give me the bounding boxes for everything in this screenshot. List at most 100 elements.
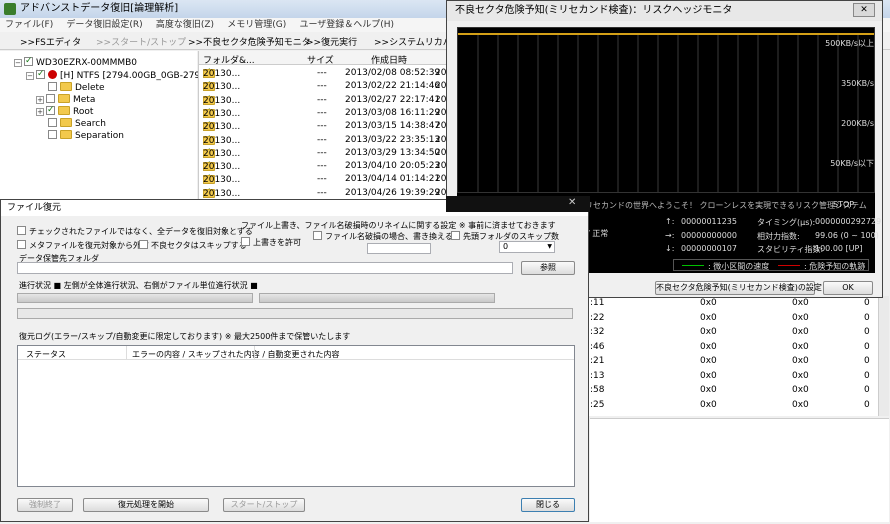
tree-disk[interactable]: −WD30EZRX-00MMMB0 xyxy=(14,55,137,69)
column-header-created[interactable]: 作成日時 xyxy=(371,53,407,66)
force-end-button[interactable]: 強制終了 xyxy=(17,498,73,512)
table-row[interactable]: :32 0x0 0x0 0 xyxy=(588,327,878,339)
log-column-status[interactable]: ステータス xyxy=(26,349,66,360)
row-value-b: 0x0 xyxy=(792,399,809,410)
tree-folder-meta[interactable]: + Meta xyxy=(36,94,95,106)
collapse-icon[interactable]: − xyxy=(14,59,22,67)
table-row[interactable]: 20130... --- 2013/04/26 19:39:29201 xyxy=(199,187,446,200)
app-icon xyxy=(4,3,16,15)
checkbox[interactable] xyxy=(48,118,57,127)
option-exclude-meta[interactable]: メタファイルを復元対象から外す xyxy=(17,240,149,251)
tree-folder-separation[interactable]: Separation xyxy=(48,130,124,142)
checkbox[interactable] xyxy=(46,104,55,116)
right-grid: :11 0x0 0x0 0 :22 0x0 0x0 0 :32 0x0 0x0 0 :46 0x0 0x0 0… xyxy=(588,296,878,416)
checkbox[interactable] xyxy=(139,240,148,249)
table-row[interactable]: :58 0x0 0x0 0 xyxy=(588,385,878,397)
menu-memory[interactable]: メモリ管理(G) xyxy=(222,18,291,32)
option-rename-corrupted[interactable]: ファイル名破損の場合、書き換える xyxy=(313,231,453,242)
collapse-icon[interactable]: − xyxy=(26,72,34,80)
skip-count-select[interactable]: 0 ▼ xyxy=(499,241,555,253)
counter-up-arrow: ↑: xyxy=(665,217,675,226)
row-value-b: 0x0 xyxy=(792,298,809,308)
table-row[interactable]: 20130... --- 2013/02/27 22:17:41201 xyxy=(199,94,446,107)
option-skip-bad-sectors[interactable]: 不良セクタはスキップする xyxy=(139,240,247,251)
table-row[interactable]: :13 0x0 0x0 0 xyxy=(588,371,878,383)
start-restore-button[interactable]: 復元処理を開始 xyxy=(83,498,209,512)
monitor-settings-button[interactable]: 不良セクタ危険予知(ミリセカンド検査)の設定 xyxy=(655,281,822,295)
table-row[interactable]: 20130... --- 2013/03/22 23:35:13201 xyxy=(199,134,446,147)
tree-volume[interactable]: −[H] NTFS [2794.00GB_0GB-2794GB] xyxy=(26,68,223,82)
checkbox[interactable] xyxy=(313,231,322,240)
browse-button[interactable]: 参照 xyxy=(521,261,575,275)
table-row[interactable]: 20130... --- 2013/02/22 21:14:46201 xyxy=(199,80,446,93)
dialog-close-icon[interactable]: ✕ xyxy=(568,197,576,208)
start-stop-dialog-button[interactable]: スタート/ストップ xyxy=(223,498,305,512)
row-extra: 201 xyxy=(435,174,446,185)
table-row[interactable]: 20130... --- 2013/02/08 08:52:39201 xyxy=(199,67,446,80)
menu-file[interactable]: ファイル(F) xyxy=(0,18,58,32)
row-value-a: 0x0 xyxy=(700,356,717,366)
checkbox[interactable] xyxy=(46,94,55,103)
menu-advanced[interactable]: 高度な復旧(Z) xyxy=(151,18,219,32)
table-row[interactable]: :46 0x0 0x0 0 xyxy=(588,342,878,354)
expand-icon[interactable]: + xyxy=(36,108,44,116)
rename-input[interactable] xyxy=(367,243,431,254)
option-all-data[interactable]: チェックされたファイルではなく、全データを復旧対象とする xyxy=(17,226,253,237)
column-header-size[interactable]: サイズ xyxy=(307,53,334,66)
row-created: 2013/03/22 23:35:13 xyxy=(345,134,441,145)
y-axis-label: 200KB/s xyxy=(841,119,874,128)
row-name: 20130... xyxy=(203,148,241,159)
row-value-c: 0 xyxy=(864,327,870,337)
row-value-c: 0 xyxy=(864,312,870,323)
tree-folder-root[interactable]: +Root xyxy=(36,104,93,118)
table-row[interactable]: :21 0x0 0x0 0 xyxy=(588,356,878,368)
checkbox[interactable] xyxy=(17,240,26,249)
table-row[interactable]: 20130... --- 2013/04/10 20:05:23201 xyxy=(199,160,446,173)
row-name: 20130... xyxy=(203,162,241,173)
log-column-detail[interactable]: エラーの内容 / スキップされた内容 / 自動変更された内容 xyxy=(132,349,340,360)
tree-folder-delete[interactable]: Delete xyxy=(48,82,105,94)
table-row[interactable]: :25 0x0 0x0 0 xyxy=(588,400,878,412)
close-button[interactable]: 閉じる xyxy=(521,498,575,512)
row-size: --- xyxy=(317,134,327,145)
restore-log-list[interactable]: ステータス エラーの内容 / スキップされた内容 / 自動変更された内容 xyxy=(17,345,575,487)
row-value-c: 0 xyxy=(864,341,870,352)
stability-label: スタビリティ指数: xyxy=(757,245,824,254)
monitor-close-icon[interactable]: ✕ xyxy=(853,3,875,17)
y-axis-label: 500KB/s以上 xyxy=(825,39,874,48)
checkbox[interactable] xyxy=(36,68,45,80)
option-allow-overwrite[interactable]: 上書きを許可 xyxy=(241,237,301,248)
grid-header: フォルダ&... サイズ 作成日時 xyxy=(199,51,446,66)
table-row[interactable]: 20130... --- 2013/03/29 13:34:50201 xyxy=(199,147,446,160)
counter-down-value: 00000000107 xyxy=(681,244,737,253)
progress-label: 進行状況 ■ 左側が全体進行状況、右側がファイル単位進行状況 ■ xyxy=(19,281,258,290)
log-header: ステータス エラーの内容 / スキップされた内容 / 自動変更された内容 xyxy=(18,346,574,360)
table-row[interactable]: :11 0x0 0x0 0 xyxy=(588,298,878,310)
checkbox[interactable] xyxy=(24,55,33,67)
monitor-titlebar: 不良セクタ危険予知(ミリセカンド検査)：リスクヘッジモニタ xyxy=(447,1,882,21)
start-stop-button[interactable]: >>スタート/ストップ xyxy=(96,35,186,48)
checkbox[interactable] xyxy=(241,237,250,246)
dest-folder-input[interactable] xyxy=(17,262,513,274)
table-row[interactable]: 20130... --- 2013/03/08 16:11:29201 xyxy=(199,107,446,120)
folder-icon xyxy=(58,94,70,103)
recover-button[interactable]: >>復元実行 xyxy=(306,35,357,48)
bad-sector-monitor-button[interactable]: >>不良セクタ危険予知モニタ xyxy=(188,35,311,48)
fs-editor-button[interactable]: >>FSエディタ xyxy=(20,35,81,48)
table-row[interactable]: 20130... --- 2013/03/15 14:38:47201 xyxy=(199,120,446,133)
checkbox[interactable] xyxy=(451,231,460,240)
expand-icon[interactable]: + xyxy=(36,96,44,104)
checkbox[interactable] xyxy=(48,130,57,139)
tree-folder-search[interactable]: Search xyxy=(48,118,106,130)
rsi-label: 相対力指数: xyxy=(757,232,800,241)
row-name: 20130... xyxy=(203,135,241,146)
menu-recovery-settings[interactable]: データ復旧設定(R) xyxy=(61,18,147,32)
checkbox[interactable] xyxy=(17,226,26,235)
table-row[interactable]: :22 0x0 0x0 0 xyxy=(588,313,878,325)
checkbox[interactable] xyxy=(48,82,57,91)
menu-help[interactable]: ユーザ登録＆ヘルプ(H) xyxy=(294,18,399,32)
table-row[interactable]: 20130... --- 2013/04/14 01:14:21201 xyxy=(199,173,446,186)
column-header-name[interactable]: フォルダ&... xyxy=(203,53,255,66)
monitor-ok-button[interactable]: OK xyxy=(823,281,873,295)
right-scrollbar[interactable] xyxy=(878,296,889,416)
